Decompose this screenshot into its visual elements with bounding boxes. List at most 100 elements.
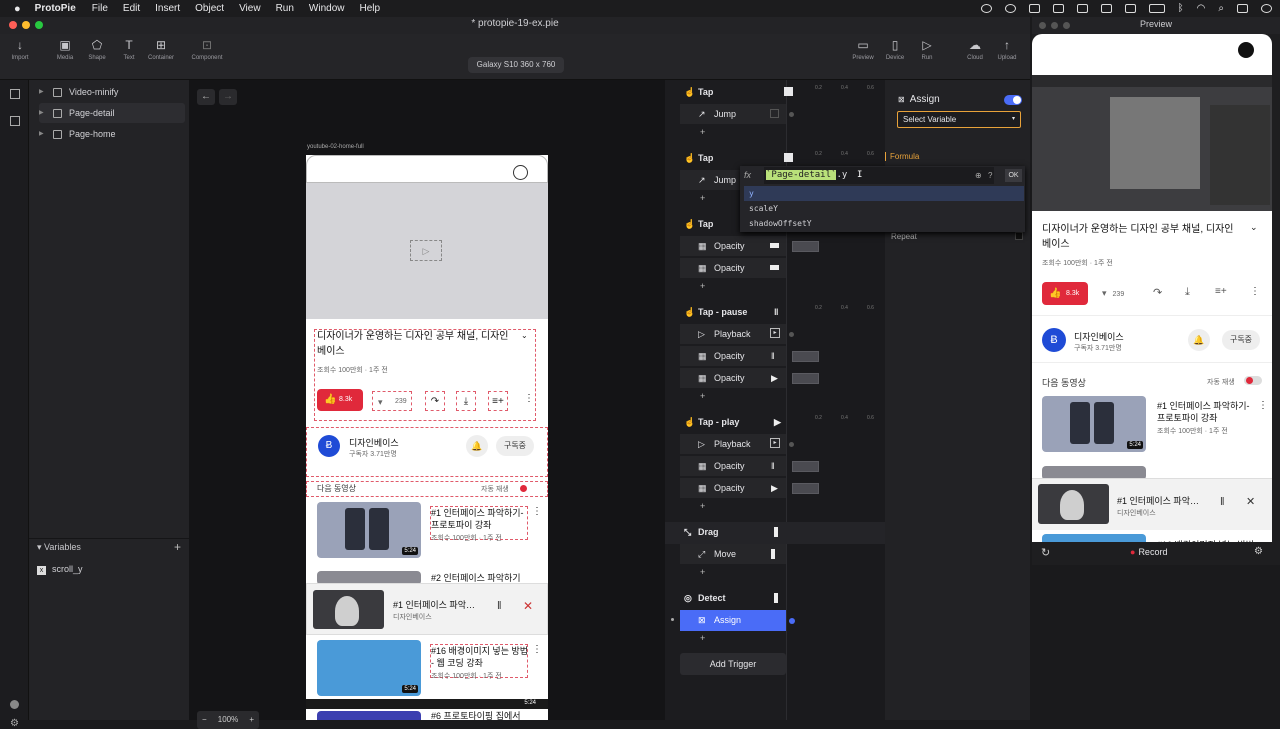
bell-icon[interactable]: 🔔 bbox=[466, 435, 488, 457]
menu-insert[interactable]: Insert bbox=[155, 3, 180, 14]
creative-cloud-icon[interactable] bbox=[980, 4, 992, 13]
account-icon[interactable] bbox=[10, 700, 19, 709]
item-more-icon[interactable]: ⋮ bbox=[1258, 400, 1268, 411]
menu-run[interactable]: Run bbox=[276, 3, 294, 14]
forward-arrow-icon[interactable]: → bbox=[219, 89, 237, 105]
close-light[interactable] bbox=[9, 21, 17, 29]
trigger-tap-play[interactable]: ☝ Tap - play ▶ bbox=[680, 413, 786, 431]
response-opacity-3[interactable]: ▦ Opacity ‖ bbox=[680, 346, 786, 366]
timeline-bar[interactable] bbox=[792, 241, 819, 252]
variables-header[interactable]: ▾ Variables bbox=[37, 542, 81, 553]
preview-channel-avatar[interactable]: Ƀ bbox=[1042, 328, 1066, 352]
variable-scroll-y[interactable]: x scroll_y bbox=[37, 564, 83, 575]
control-center-icon[interactable] bbox=[1237, 4, 1248, 13]
timeline-bar[interactable] bbox=[792, 461, 819, 472]
chevron-down-icon[interactable]: ⌄ bbox=[521, 331, 528, 340]
preview-autoplay-toggle[interactable] bbox=[1244, 376, 1262, 385]
response-move[interactable]: ⤢ Move bbox=[680, 544, 786, 564]
device-button[interactable]: ▯ Device bbox=[878, 38, 912, 61]
mini-player[interactable]: #1 인터페이스 파악… 디자인베이스 ‖ ✕ bbox=[306, 583, 548, 635]
media-button[interactable]: ▣ Media bbox=[48, 38, 82, 61]
video-thumb-3[interactable]: 5:24 bbox=[317, 640, 421, 696]
timeline-dot[interactable] bbox=[789, 618, 795, 624]
layer-page-home[interactable]: ▶ Page-home bbox=[39, 124, 185, 144]
run-button[interactable]: ▷ Run bbox=[910, 38, 944, 61]
response-opacity-2[interactable]: ▦ Opacity bbox=[680, 258, 786, 278]
autoplay-toggle[interactable] bbox=[520, 485, 527, 492]
select-variable-dropdown[interactable]: Select Variable ▾ bbox=[897, 111, 1021, 128]
layer-page-detail[interactable]: ▶ Page-detail bbox=[39, 103, 185, 123]
add-playlist-icon[interactable]: ≡+ bbox=[488, 391, 508, 411]
help-icon[interactable]: ? bbox=[988, 171, 992, 180]
wifi-icon[interactable]: ◠ bbox=[1197, 3, 1206, 14]
display-icon[interactable] bbox=[1076, 4, 1088, 13]
dislike-button[interactable]: ▾ 239 bbox=[372, 391, 412, 411]
repeat-checkbox[interactable] bbox=[1015, 232, 1023, 240]
text-button[interactable]: T Text bbox=[112, 38, 146, 61]
preview-button[interactable]: ▭ Preview bbox=[846, 38, 880, 61]
response-opacity-6[interactable]: ▦ Opacity ▶ bbox=[680, 478, 786, 498]
bluetooth-icon[interactable]: ᛒ bbox=[1178, 3, 1184, 14]
record-button[interactable]: ● Record bbox=[1130, 547, 1167, 557]
add-response-button[interactable]: + bbox=[680, 566, 786, 578]
bell-icon[interactable]: 🔔 bbox=[1188, 329, 1210, 351]
import-button[interactable]: ↓ Import bbox=[3, 38, 37, 61]
apple-icon[interactable]: ● bbox=[14, 3, 21, 15]
zoom-light[interactable] bbox=[35, 21, 43, 29]
suggestion-scaley[interactable]: scaleY bbox=[744, 201, 1024, 216]
add-playlist-icon[interactable]: ≡+ bbox=[1215, 286, 1227, 297]
response-playback-2[interactable]: ▷ Playback ▸ bbox=[680, 434, 786, 454]
preview-dislike-button[interactable]: ▾ 239 bbox=[1102, 288, 1124, 299]
response-playback-1[interactable]: ▷ Playback ▸ bbox=[680, 324, 786, 344]
zoom-in-button[interactable]: + bbox=[249, 711, 254, 729]
minimize-light[interactable] bbox=[22, 21, 30, 29]
pause-icon[interactable]: ‖ bbox=[497, 600, 502, 612]
cloud-button[interactable]: ☁ Cloud bbox=[958, 38, 992, 61]
expand-arrow-icon[interactable]: ▶ bbox=[39, 124, 44, 144]
preview-settings-icon[interactable]: ⚙ bbox=[1254, 546, 1263, 557]
menu-file[interactable]: File bbox=[92, 3, 108, 14]
response-assign[interactable]: ⊠ Assign bbox=[680, 610, 786, 631]
menu-help[interactable]: Help bbox=[360, 3, 381, 14]
add-function-icon[interactable]: ⊕ bbox=[975, 171, 982, 180]
response-opacity-4[interactable]: ▦ Opacity ▶ bbox=[680, 368, 786, 388]
expand-arrow-icon[interactable]: ▶ bbox=[39, 103, 44, 123]
layer-video-minify[interactable]: ▶ Video-minify bbox=[39, 82, 185, 102]
shape-button[interactable]: ⬠ Shape bbox=[80, 38, 114, 61]
menu-app[interactable]: ProtoPie bbox=[35, 3, 76, 14]
add-response-button[interactable]: + bbox=[680, 126, 786, 138]
record-icon[interactable] bbox=[1028, 4, 1040, 13]
close-icon[interactable]: ✕ bbox=[523, 599, 533, 613]
download-icon[interactable]: ⤓ bbox=[1185, 286, 1190, 299]
response-opacity-1[interactable]: ▦ Opacity bbox=[680, 236, 786, 256]
menu-object[interactable]: Object bbox=[195, 3, 224, 14]
siri-icon[interactable] bbox=[1261, 4, 1272, 13]
add-response-button[interactable]: + bbox=[680, 280, 786, 292]
timeline-dot[interactable] bbox=[789, 332, 794, 337]
preview-mini-player[interactable]: #1 인터페이스 파악… 디자인베이스 ‖ ✕ bbox=[1032, 478, 1272, 530]
suggestion-shadowoffsety[interactable]: shadowOffsetY bbox=[744, 216, 1024, 231]
more-icon[interactable]: ⋮ bbox=[1250, 286, 1260, 297]
container-button[interactable]: ⊞ Container bbox=[144, 38, 178, 61]
subscribe-button[interactable]: 구독중 bbox=[496, 436, 534, 456]
response-opacity-5[interactable]: ▦ Opacity ‖ bbox=[680, 456, 786, 476]
timeline-dot[interactable] bbox=[789, 112, 794, 117]
preview-close-light[interactable] bbox=[1039, 22, 1046, 29]
assign-toggle[interactable] bbox=[1004, 95, 1022, 105]
layers-panel-icon[interactable] bbox=[10, 89, 20, 99]
input-icon[interactable] bbox=[1124, 4, 1136, 13]
zoom-control[interactable]: − 100% + bbox=[197, 711, 259, 729]
preview-like-button[interactable]: 👍 8.3k bbox=[1042, 282, 1088, 305]
mini-player-thumb[interactable] bbox=[313, 590, 384, 629]
add-response-button[interactable]: + bbox=[680, 500, 786, 512]
share-icon[interactable]: ↷ bbox=[1153, 286, 1162, 299]
formula-ok-button[interactable]: OK bbox=[1005, 169, 1022, 182]
menu-window[interactable]: Window bbox=[309, 3, 345, 14]
play-icon[interactable] bbox=[1052, 4, 1064, 13]
preview-zoom-light[interactable] bbox=[1063, 22, 1070, 29]
expand-arrow-icon[interactable]: ▶ bbox=[39, 82, 44, 102]
refresh-icon[interactable]: ↻ bbox=[1041, 546, 1050, 559]
sync-icon[interactable] bbox=[1004, 4, 1016, 13]
preview-subscribe-button[interactable]: 구독중 bbox=[1222, 330, 1260, 350]
timeline-bar[interactable] bbox=[792, 351, 819, 362]
